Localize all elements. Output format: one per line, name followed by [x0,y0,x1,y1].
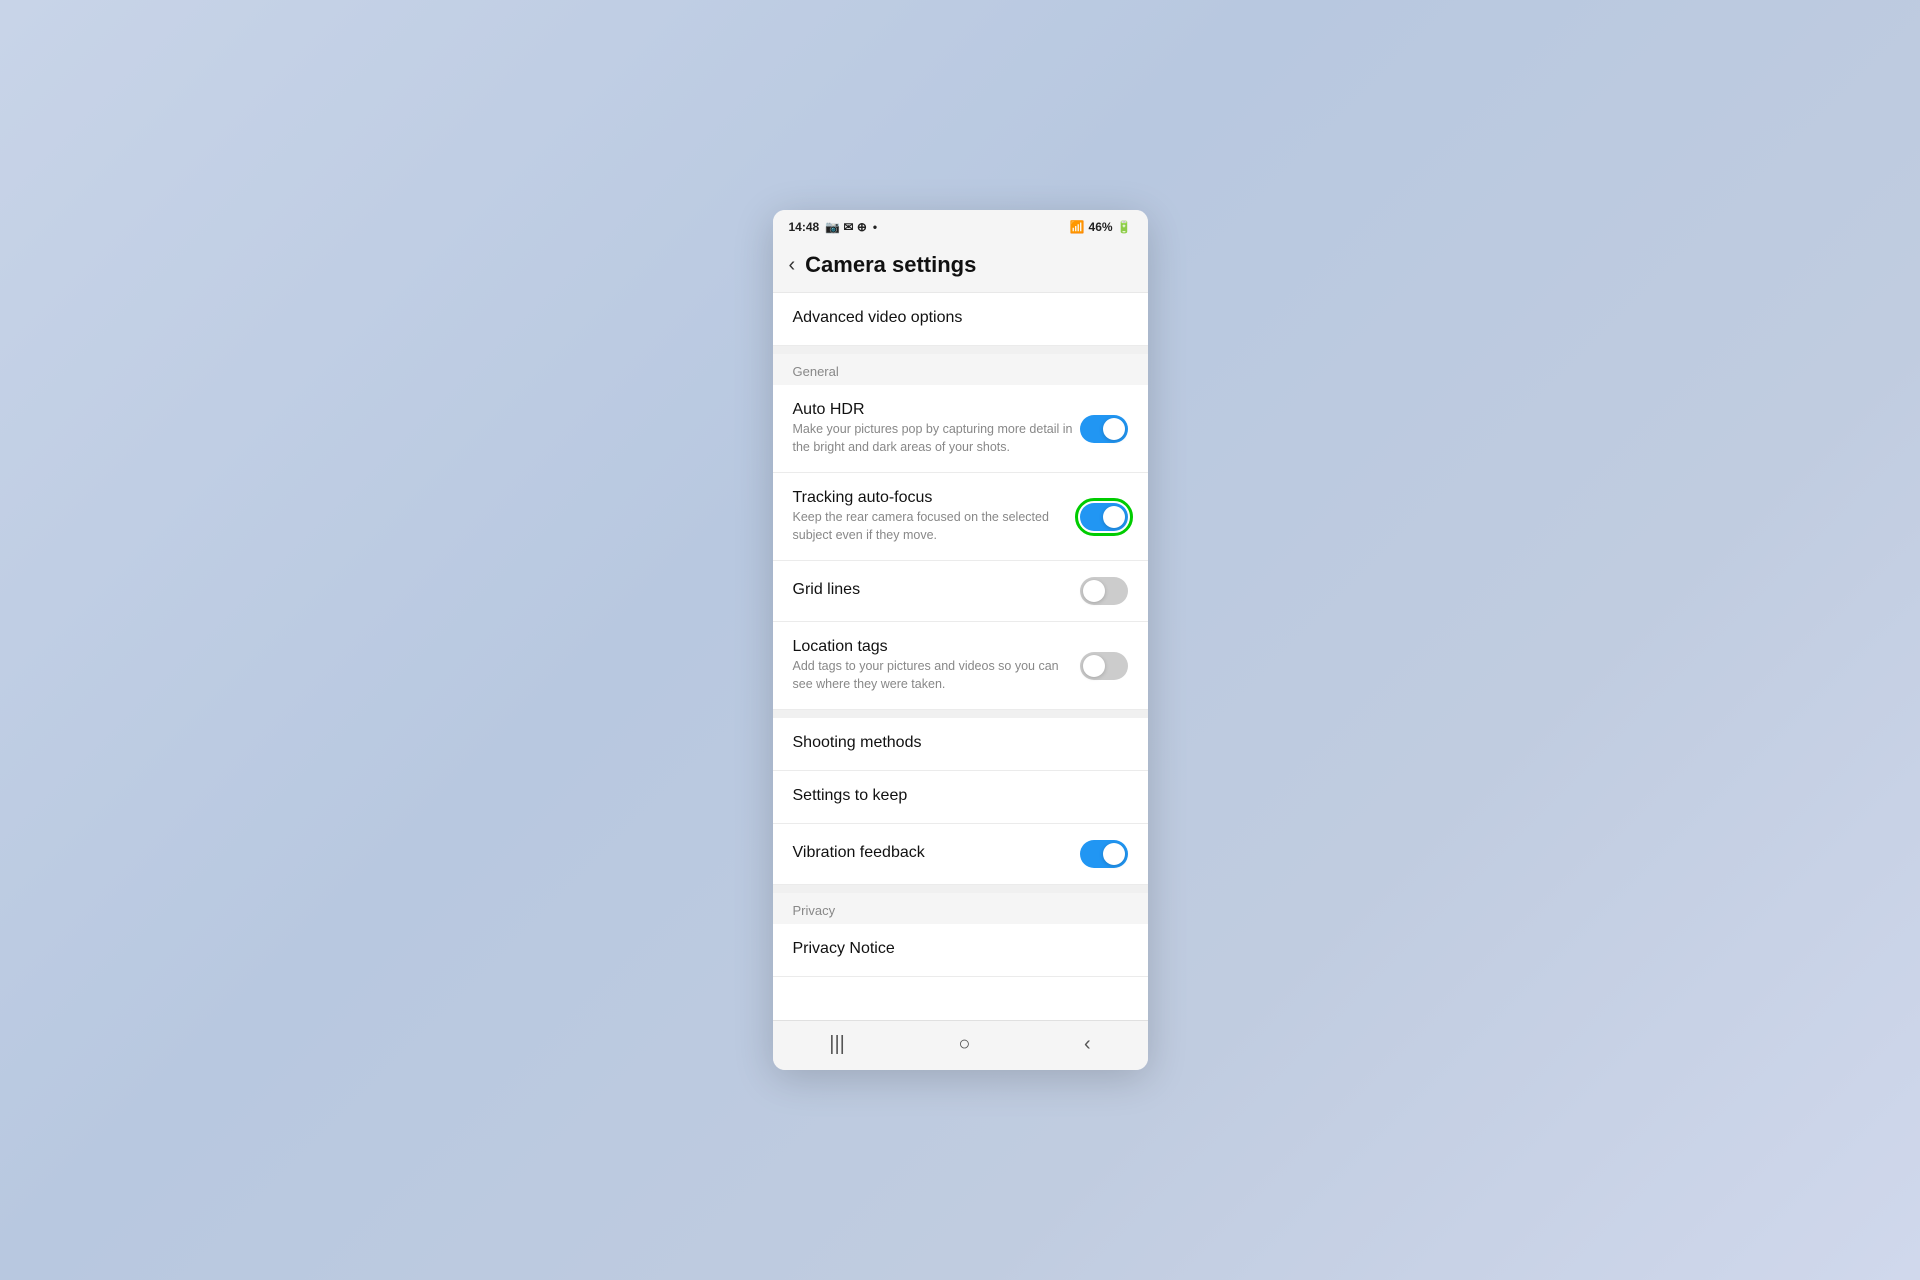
auto-hdr-desc: Make your pictures pop by capturing more… [793,421,1080,456]
menu-button[interactable]: ||| [829,1033,845,1056]
location-tags-item[interactable]: Location tags Add tags to your pictures … [773,622,1148,710]
vibration-feedback-toggle[interactable] [1080,840,1128,868]
location-tags-title: Location tags [793,638,1080,656]
status-left: 14:48 📷 ✉ ⊕ • [789,220,878,234]
privacy-label: Privacy [773,893,1148,924]
grid-lines-item[interactable]: Grid lines [773,561,1148,622]
location-tags-desc: Add tags to your pictures and videos so … [793,658,1080,693]
back-button[interactable]: ‹ [789,255,796,275]
grid-lines-title: Grid lines [793,581,1080,599]
tracking-autofocus-toggle[interactable] [1080,503,1128,531]
status-icons: 📷 ✉ ⊕ [825,220,867,234]
settings-to-keep-item[interactable]: Settings to keep [773,771,1148,824]
shooting-methods-title: Shooting methods [793,734,1128,752]
location-tags-toggle[interactable] [1080,652,1128,680]
phone-frame: 14:48 📷 ✉ ⊕ • 📶 46% 🔋 ‹ Camera settings … [773,210,1148,1070]
battery-text: 46% [1089,220,1113,234]
separator-3 [773,885,1148,893]
grid-lines-toggle[interactable] [1080,577,1128,605]
page-header: ‹ Camera settings [773,240,1148,293]
auto-hdr-toggle[interactable] [1080,415,1128,443]
home-button[interactable]: ○ [958,1033,970,1056]
back-nav-button[interactable]: ‹ [1084,1033,1091,1056]
privacy-notice-title: Privacy Notice [793,940,1128,958]
advanced-video-options-item[interactable]: Advanced video options [773,293,1148,346]
vibration-feedback-item[interactable]: Vibration feedback [773,824,1148,885]
time: 14:48 [789,220,820,234]
dot: • [873,220,877,234]
battery-icon: 🔋 [1117,220,1132,234]
separator-1 [773,346,1148,354]
nav-bar: ||| ○ ‹ [773,1020,1148,1070]
general-label: General [773,354,1148,385]
settings-to-keep-title: Settings to keep [793,787,1128,805]
privacy-notice-item[interactable]: Privacy Notice [773,924,1148,977]
auto-hdr-title: Auto HDR [793,401,1080,419]
settings-list: Advanced video options General Auto HDR … [773,293,1148,1020]
status-bar: 14:48 📷 ✉ ⊕ • 📶 46% 🔋 [773,210,1148,240]
status-right: 📶 46% 🔋 [1070,220,1132,234]
separator-2 [773,710,1148,718]
tracking-autofocus-title: Tracking auto-focus [793,489,1080,507]
tracking-autofocus-item[interactable]: Tracking auto-focus Keep the rear camera… [773,473,1148,561]
page-title: Camera settings [805,252,976,278]
tracking-autofocus-desc: Keep the rear camera focused on the sele… [793,509,1080,544]
vibration-feedback-title: Vibration feedback [793,844,1080,862]
wifi-icon: 📶 [1070,220,1085,234]
advanced-video-options-title: Advanced video options [793,309,1128,327]
shooting-methods-item[interactable]: Shooting methods [773,718,1148,771]
auto-hdr-item[interactable]: Auto HDR Make your pictures pop by captu… [773,385,1148,473]
